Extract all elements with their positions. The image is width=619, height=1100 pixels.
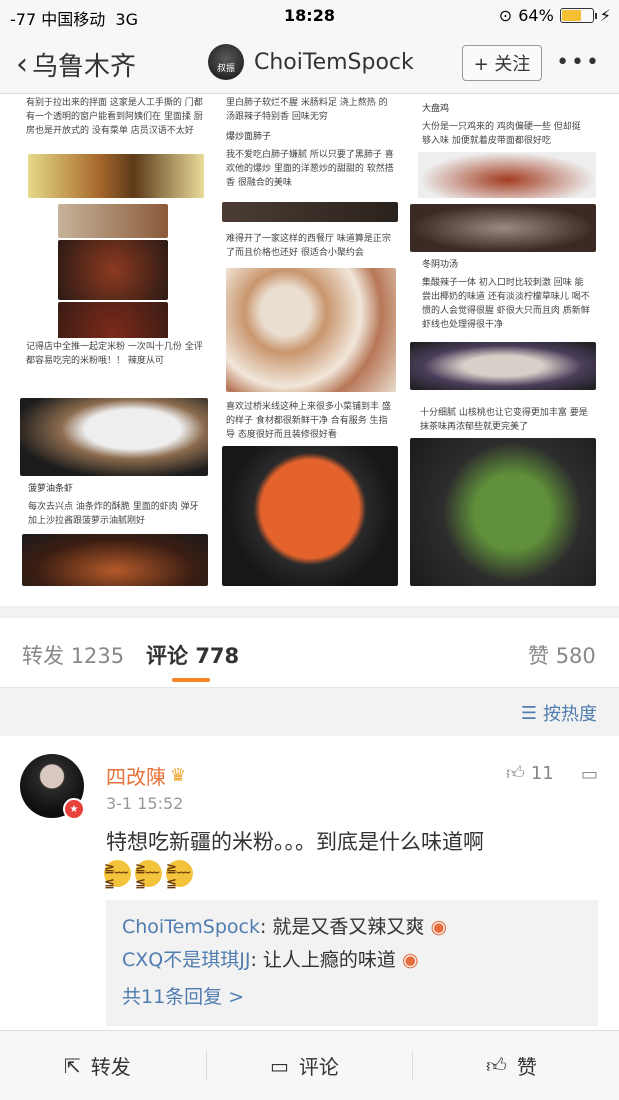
like-label: 赞 bbox=[516, 1055, 537, 1079]
sticker-emoji-icon: ◉ bbox=[430, 916, 448, 938]
tab-likes[interactable]: 赞 580 bbox=[528, 640, 596, 670]
caption-title: 大盘鸡 bbox=[418, 100, 596, 116]
thumbs-up-icon: 👍︎ bbox=[486, 1053, 507, 1077]
caption: 难得开了一家这样的西餐厅 味道算是正宗了而且价格也还好 很适合小聚约会 bbox=[222, 230, 398, 260]
caption-title: 冬阴功汤 bbox=[418, 256, 596, 272]
food-photo bbox=[222, 446, 398, 586]
caption: 大份是一只鸡来的 鸡肉偏硬一些 但却挺 够入味 加便就着皮带面都很好吃 bbox=[418, 118, 596, 148]
food-photo bbox=[22, 534, 208, 586]
food-photo bbox=[410, 342, 596, 390]
divider bbox=[412, 1051, 413, 1081]
share-icon: ⇱ bbox=[64, 1053, 81, 1078]
reply-author[interactable]: ChoiTemSpock bbox=[122, 916, 260, 938]
interaction-tabs: 转发 1235 评论 778 赞 580 bbox=[0, 618, 619, 688]
follow-button[interactable]: + 关注 bbox=[462, 45, 542, 81]
reply-item: CXQ不是琪琪JJ: 让人上瘾的味道 ◉ bbox=[122, 945, 582, 972]
food-photo bbox=[410, 438, 596, 586]
food-photo bbox=[28, 154, 204, 198]
food-photo bbox=[410, 204, 596, 252]
caption: 集酸辣子一体 初入口时比较刺激 回味 能尝出椰奶的味道 还有淡淡柠檬草味儿 喝不… bbox=[418, 274, 596, 336]
commenter-name[interactable]: 四改陳 ♛ bbox=[106, 761, 186, 790]
bottom-action-bar: ⇱ 转发 ▭ 评论 👍︎ 赞 bbox=[0, 1030, 619, 1100]
view-all-replies-link[interactable]: 共11条回复 > bbox=[122, 982, 582, 1009]
verified-badge-icon: ★ bbox=[63, 798, 85, 820]
sort-icon: ☰ bbox=[520, 702, 537, 724]
reply-text: : 让人上瘾的味道 bbox=[250, 949, 396, 971]
tired-face-emoji-icon: ≧﹏≦ bbox=[135, 860, 162, 891]
repost-label: 转发 bbox=[90, 1055, 131, 1079]
rotation-lock-icon: ⊙ bbox=[498, 6, 513, 25]
like-button[interactable]: 👍︎ 赞 bbox=[486, 1051, 537, 1080]
active-tab-indicator bbox=[172, 678, 210, 682]
sort-bar: ☰ 按热度 bbox=[0, 688, 619, 736]
caption: 喜欢过桥米线这种上来很多小菜铺到丰 盛的样子 食材都很新鲜干净 合有服务 生指导… bbox=[222, 398, 398, 442]
sort-button[interactable]: ☰ 按热度 bbox=[521, 700, 597, 726]
caption: 十分细腻 山核桃也让它变得更加丰富 要是抹茶味再浓郁些就更完美了 bbox=[416, 404, 596, 434]
author[interactable]: 叔振 ChoiTemSpock bbox=[208, 44, 414, 80]
caption: 记得店中全推一起定米粉 一次叫十几份 全评都容易吃完的米粉哦！！ 辣度从可 bbox=[22, 338, 208, 390]
comment-item: ★ 四改陳 ♛ 3-1 15:52 👍︎ 11 ▭ 特想吃新疆的米粉。。。到底是什… bbox=[0, 736, 619, 1030]
comment-label: 评论 bbox=[298, 1055, 339, 1079]
tired-face-emoji-icon: ≧﹏≦ bbox=[166, 860, 193, 891]
comment-like-button[interactable]: 👍︎ 11 bbox=[506, 762, 554, 785]
sticker-emoji-icon: ◉ bbox=[401, 949, 419, 971]
comment-emojis: ≧﹏≦ ≧﹏≦ ≧﹏≦ bbox=[104, 860, 193, 891]
author-name[interactable]: ChoiTemSpock bbox=[254, 50, 414, 75]
battery-percent: 64% bbox=[518, 6, 554, 25]
back-label: 乌鲁木齐 bbox=[32, 52, 137, 82]
caption: 我不爱吃白肺子嫌腻 所以只要了黑肺子 喜欢他的爆炒 里面的洋葱炒的甜甜的 软然搭… bbox=[222, 146, 398, 196]
crown-icon: ♛ bbox=[170, 765, 187, 786]
comment-icon: ▭ bbox=[270, 1053, 289, 1078]
food-photo bbox=[418, 152, 596, 198]
caption: 每次去兴点 油条炸的酥脆 里面的虾肉 弹牙 加上沙拉酱跟菠萝示油腻刚好 bbox=[24, 498, 208, 528]
reply-comment-icon[interactable]: ▭ bbox=[581, 764, 598, 785]
tab-repost[interactable]: 转发 1235 bbox=[22, 640, 124, 670]
author-avatar[interactable]: 叔振 bbox=[208, 44, 244, 80]
comment-time: 3-1 15:52 bbox=[106, 794, 184, 813]
nav-bar: ‹ 乌鲁木齐 叔振 ChoiTemSpock + 关注 ••• bbox=[0, 32, 619, 94]
repost-button[interactable]: ⇱ 转发 bbox=[64, 1051, 131, 1080]
sort-label: 按热度 bbox=[543, 704, 597, 725]
food-photo bbox=[20, 398, 208, 476]
food-photo bbox=[222, 202, 398, 222]
comment-button[interactable]: ▭ 评论 bbox=[270, 1051, 339, 1080]
food-photo bbox=[58, 204, 168, 238]
battery-fill bbox=[561, 10, 581, 21]
status-right: ⊙ 64% ⚡ bbox=[499, 6, 611, 25]
charging-icon: ⚡ bbox=[599, 6, 611, 25]
more-icon[interactable]: ••• bbox=[556, 50, 601, 75]
reply-thread[interactable]: ChoiTemSpock: 就是又香又辣又爽 ◉ CXQ不是琪琪JJ: 让人上瘾… bbox=[106, 900, 598, 1026]
caption-title: 爆炒面肺子 bbox=[222, 128, 398, 144]
thumbs-up-icon: 👍︎ bbox=[506, 763, 525, 784]
caption-title: 菠萝油条虾 bbox=[24, 480, 208, 496]
chevron-left-icon: ‹ bbox=[16, 46, 28, 82]
post-image-collage[interactable]: 有别于拉出来的拌面 这家是人工手撕的 门都有一个透明的窗户能看到阿姨们在 里面揉… bbox=[0, 94, 619, 606]
caption: 里白肺子软烂不腥 米肠料足 浇上熬热 的汤跟辣子特别香 回味无穷 bbox=[222, 94, 398, 122]
divider bbox=[206, 1051, 207, 1081]
tired-face-emoji-icon: ≧﹏≦ bbox=[104, 860, 131, 891]
status-bar: -77 中国移动 3G 18:28 ⊙ 64% ⚡ bbox=[0, 0, 619, 32]
reply-text: : 就是又香又辣又爽 bbox=[259, 916, 425, 938]
comment-like-count: 11 bbox=[530, 762, 554, 784]
battery-icon bbox=[559, 8, 597, 23]
tab-comments[interactable]: 评论 778 bbox=[146, 640, 239, 670]
reply-item: ChoiTemSpock: 就是又香又辣又爽 ◉ bbox=[122, 912, 582, 939]
back-button[interactable]: ‹ 乌鲁木齐 bbox=[16, 46, 136, 83]
food-photo bbox=[58, 240, 168, 300]
food-photo bbox=[226, 268, 396, 392]
comment-text: 特想吃新疆的米粉。。。到底是什么味道啊 bbox=[106, 830, 484, 854]
reply-author[interactable]: CXQ不是琪琪JJ bbox=[122, 949, 250, 971]
caption: 有别于拉出来的拌面 这家是人工手撕的 门都有一个透明的窗户能看到阿姨们在 里面揉… bbox=[22, 94, 208, 152]
